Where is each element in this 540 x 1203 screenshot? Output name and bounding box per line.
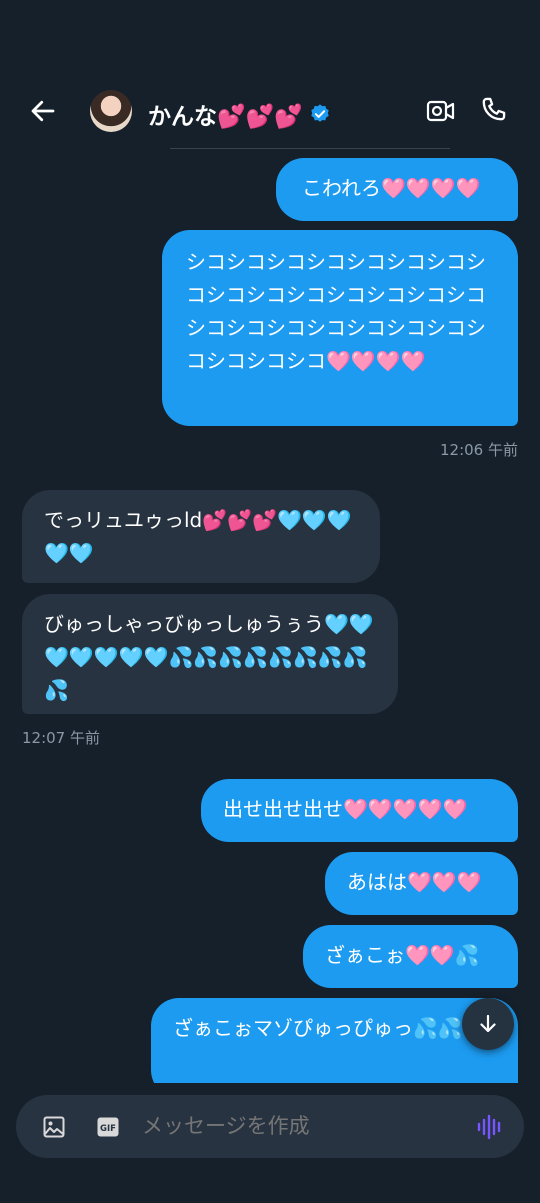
scroll-to-bottom-button[interactable] — [462, 998, 514, 1050]
message-input[interactable] — [140, 1113, 444, 1139]
avatar[interactable] — [90, 90, 132, 132]
message-bubble-outgoing[interactable]: ざぁこぉ🩷🩷💦 — [303, 925, 518, 988]
message-bubble-outgoing[interactable]: あはは🩷🩷🩷 — [325, 852, 518, 915]
svg-text:GIF: GIF — [100, 1124, 116, 1134]
message-text: ざぁこぉマゾぴゅっぴゅっ💦💦 — [173, 1016, 463, 1040]
image-icon[interactable] — [42, 1115, 66, 1139]
phone-icon[interactable] — [479, 96, 507, 124]
voice-wave-icon[interactable] — [476, 1114, 504, 1140]
video-camera-icon[interactable] — [426, 98, 456, 124]
message-timestamp: 12:06 午前 — [440, 441, 518, 459]
message-text: こわれろ🩷🩷🩷🩷 — [302, 176, 481, 200]
contact-name[interactable]: かんな💕💕💕 — [148, 97, 331, 131]
message-text: びゅっしゃっびゅっしゅうぅう🩵🩵🩵🩵🩵🩵🩵💦💦💦💦💦💦💦💦💦 — [44, 612, 374, 702]
message-text: あはは🩷🩷🩷 — [347, 870, 482, 894]
message-bubble-outgoing[interactable]: こわれろ🩷🩷🩷🩷 — [276, 158, 518, 221]
verified-badge-icon — [311, 104, 329, 122]
arrow-down-icon — [480, 1014, 496, 1033]
message-text: 出せ出せ出せ🩷🩷🩷🩷🩷 — [223, 797, 468, 821]
message-text: ざぁこぉ🩷🩷💦 — [325, 943, 480, 967]
arrow-left-icon[interactable] — [28, 96, 58, 126]
message-bubble-incoming[interactable]: でっリュユゥっld💕💕💕🩵🩵🩵🩵🩵 — [22, 490, 380, 583]
message-timestamp: 12:07 午前 — [22, 729, 100, 747]
message-bubble-outgoing[interactable]: 出せ出せ出せ🩷🩷🩷🩷🩷 — [201, 779, 518, 842]
gif-icon[interactable]: GIF — [96, 1116, 120, 1138]
contact-name-text: かんな💕💕💕 — [148, 104, 303, 130]
message-text: シコシコシコシコシコシコシコシコシコシコシコシコシコシコシコシコシコシコシコシコ… — [186, 250, 486, 373]
chat-header: かんな💕💕💕 — [0, 0, 540, 150]
message-bubble-incoming[interactable]: びゅっしゃっびゅっしゅうぅう🩵🩵🩵🩵🩵🩵🩵💦💦💦💦💦💦💦💦💦 — [22, 594, 398, 714]
message-text: でっリュユゥっld💕💕💕🩵🩵🩵🩵🩵 — [44, 508, 352, 565]
message-bubble-outgoing[interactable]: シコシコシコシコシコシコシコシコシコシコシコシコシコシコシコシコシコシコシコシコ… — [162, 230, 518, 426]
message-composer[interactable]: GIF — [16, 1095, 524, 1158]
header-divider — [170, 148, 450, 149]
